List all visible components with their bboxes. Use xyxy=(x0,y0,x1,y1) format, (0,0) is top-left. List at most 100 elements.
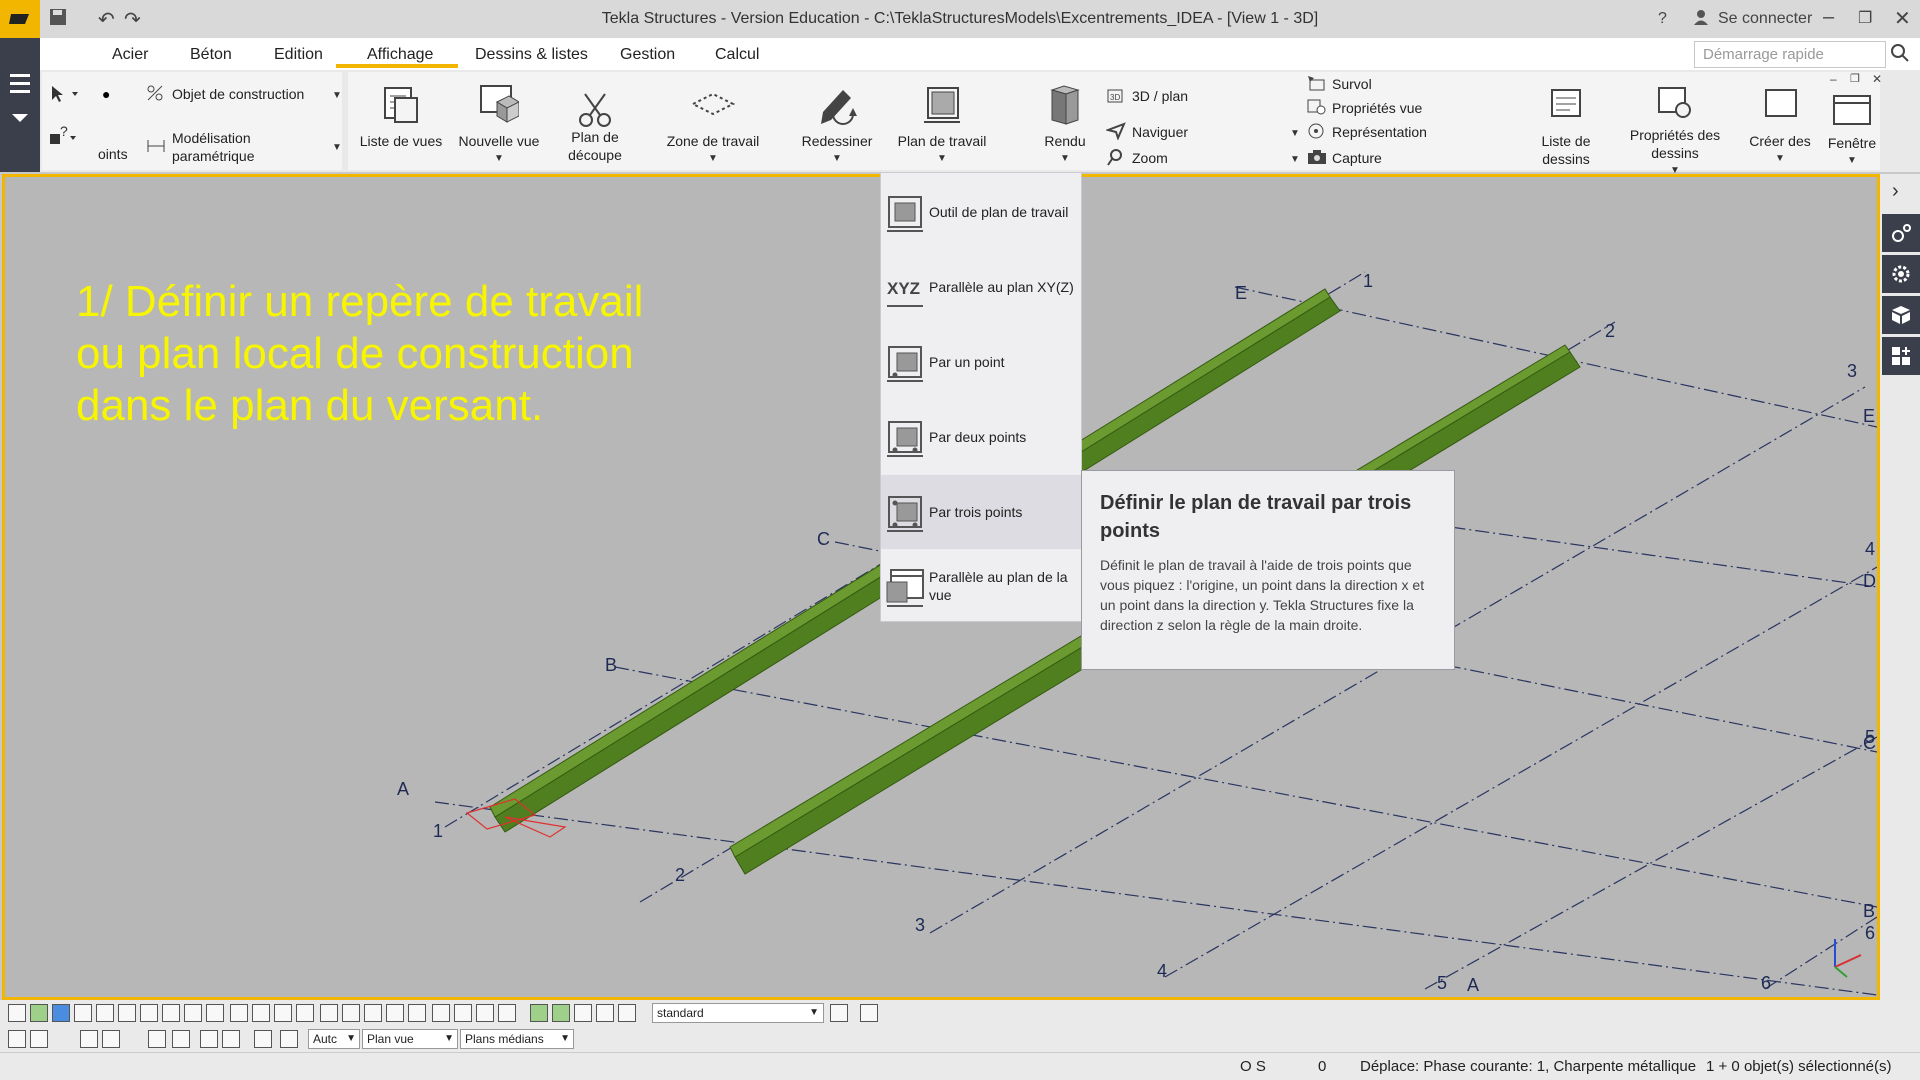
menu-item-parallel-xy[interactable]: XYZ Parallèle au plan XY(Z) xyxy=(881,250,1081,324)
drawing-list-button[interactable]: Liste de dessins xyxy=(1516,84,1616,168)
drawing-properties-button[interactable]: Propriétés des dessins ▼ xyxy=(1620,84,1730,180)
help-button[interactable]: ? xyxy=(1658,10,1667,28)
login-link[interactable]: Se connecter xyxy=(1718,10,1812,28)
selection-mode-icon[interactable] xyxy=(860,1004,878,1022)
property-pane-icon[interactable] xyxy=(1882,214,1920,252)
snap-any-icon[interactable] xyxy=(296,1004,314,1022)
snap-edges-icon[interactable] xyxy=(574,1004,592,1022)
new-view-button[interactable]: Nouvelle vue ▼ xyxy=(454,84,544,168)
selection-filter-select[interactable]: standard ▼ xyxy=(652,1003,824,1023)
minimize-button[interactable]: – xyxy=(1823,6,1834,29)
toggle-icon[interactable] xyxy=(30,1030,48,1048)
tab-edition[interactable]: Edition xyxy=(274,46,323,64)
snap-intersection-icon[interactable] xyxy=(408,1004,426,1022)
left-panel-toggle[interactable] xyxy=(0,38,40,172)
snap-line-icon[interactable] xyxy=(320,1004,338,1022)
chevron-down-icon[interactable]: ▼ xyxy=(1290,128,1300,139)
snap-grid-icon[interactable] xyxy=(530,1004,548,1022)
gear-icon[interactable] xyxy=(1882,255,1920,293)
menu-item-two-points[interactable]: Par deux points xyxy=(881,400,1081,474)
close-button[interactable]: ✕ xyxy=(1894,6,1911,31)
snap-ref-lines-icon[interactable] xyxy=(552,1004,570,1022)
construction-object-button[interactable]: Objet de construction xyxy=(172,86,304,102)
select-cuts-icon[interactable] xyxy=(162,1004,180,1022)
view-close-button[interactable]: ✕ xyxy=(1872,72,1882,86)
create-drawings-button[interactable]: Créer des ▼ xyxy=(1740,84,1820,168)
3d-plan-button[interactable]: 3D / plan xyxy=(1132,88,1188,104)
snap-mid-icon[interactable] xyxy=(364,1004,382,1022)
parametric-modeling-line1[interactable]: Modélisation xyxy=(172,130,251,146)
select-welds-icon[interactable] xyxy=(140,1004,158,1022)
tab-dessins-listes[interactable]: Dessins & listes xyxy=(475,46,588,64)
work-area-button[interactable]: Zone de travail ▼ xyxy=(660,84,766,168)
toggle-icon[interactable] xyxy=(222,1030,240,1048)
window-button[interactable]: Fenêtre ▼ xyxy=(1824,94,1880,170)
snap-reference-icon[interactable] xyxy=(230,1004,248,1022)
select-arrow-icon[interactable] xyxy=(50,84,80,109)
query-icon[interactable]: ? xyxy=(48,123,78,153)
parametric-modeling-line2[interactable]: paramétrique xyxy=(172,148,255,164)
zoom-button[interactable]: Zoom xyxy=(1132,150,1168,166)
snap-center-icon[interactable] xyxy=(386,1004,404,1022)
render-button[interactable]: Rendu ▼ xyxy=(1030,84,1100,168)
tab-acier[interactable]: Acier xyxy=(112,46,148,64)
redraw-button[interactable]: Redessiner ▼ xyxy=(792,84,882,168)
snap-geometry-icon[interactable] xyxy=(252,1004,270,1022)
catalog-cube-icon[interactable] xyxy=(1882,296,1920,334)
planes-mode-select[interactable]: Plans médians ▼ xyxy=(460,1029,574,1049)
search-icon[interactable] xyxy=(1890,43,1910,68)
tab-affichage[interactable]: Affichage xyxy=(367,46,433,64)
view-minimize-button[interactable]: – xyxy=(1830,72,1837,86)
snap-extension-icon[interactable] xyxy=(454,1004,472,1022)
chevron-down-icon[interactable]: ▼ xyxy=(332,90,342,101)
filter-settings-icon[interactable] xyxy=(830,1004,848,1022)
toggle-icon[interactable] xyxy=(280,1030,298,1048)
plane-select[interactable]: Plan vue ▼ xyxy=(362,1029,458,1049)
toggle-icon[interactable] xyxy=(8,1030,26,1048)
tab-calcul[interactable]: Calcul xyxy=(715,46,759,64)
toggle-icon[interactable] xyxy=(80,1030,98,1048)
hover-button[interactable]: Survol xyxy=(1332,76,1372,92)
work-plane-button[interactable]: Plan de travail ▼ xyxy=(880,84,1004,168)
menu-item-one-point[interactable]: Par un point xyxy=(881,325,1081,399)
toggle-icon[interactable] xyxy=(254,1030,272,1048)
clip-plane-button[interactable]: Plan de découpe xyxy=(560,92,630,164)
view-list-button[interactable]: Liste de vues xyxy=(358,84,444,150)
select-views-icon[interactable] xyxy=(184,1004,202,1022)
menu-item-work-plane-tool[interactable]: Outil de plan de travail xyxy=(881,175,1081,249)
select-bolts-icon[interactable] xyxy=(206,1004,224,1022)
select-grid-lines-icon[interactable] xyxy=(118,1004,136,1022)
toggle-icon[interactable] xyxy=(172,1030,190,1048)
capture-button[interactable]: Capture xyxy=(1332,150,1382,166)
snap-free-icon[interactable] xyxy=(476,1004,494,1022)
select-surface-icon[interactable] xyxy=(52,1004,70,1022)
tab-beton[interactable]: Béton xyxy=(190,46,232,64)
view-restore-button[interactable]: ❐ xyxy=(1850,72,1860,85)
select-grids-icon[interactable] xyxy=(96,1004,114,1022)
tab-gestion[interactable]: Gestion xyxy=(620,46,675,64)
select-all-icon[interactable] xyxy=(8,1004,26,1022)
snap-nearest-icon[interactable] xyxy=(274,1004,292,1022)
toggle-icon[interactable] xyxy=(200,1030,218,1048)
view-properties-button[interactable]: Propriétés vue xyxy=(1332,100,1422,116)
select-points-icon[interactable] xyxy=(74,1004,92,1022)
applications-icon[interactable] xyxy=(1882,337,1920,375)
maximize-button[interactable]: ❐ xyxy=(1858,8,1872,28)
chevron-down-icon[interactable]: ▼ xyxy=(332,142,342,153)
select-parts-icon[interactable] xyxy=(30,1004,48,1022)
chevron-down-icon[interactable]: ▼ xyxy=(1290,154,1300,165)
representation-button[interactable]: Représentation xyxy=(1332,124,1427,140)
menu-item-three-points[interactable]: Par trois points xyxy=(881,475,1081,549)
snap-plane-icon[interactable] xyxy=(342,1004,360,1022)
point-icon[interactable]: ● xyxy=(102,86,110,102)
toggle-icon[interactable] xyxy=(148,1030,166,1048)
snap-perpendicular-icon[interactable] xyxy=(432,1004,450,1022)
chevron-right-icon[interactable]: › xyxy=(1892,180,1899,203)
navigate-button[interactable]: Naviguer xyxy=(1132,124,1188,140)
snap-arc-icon[interactable] xyxy=(498,1004,516,1022)
depth-select[interactable]: Autc ▼ xyxy=(308,1029,360,1049)
toggle-icon[interactable] xyxy=(102,1030,120,1048)
snap-zoom-icon[interactable] xyxy=(618,1004,636,1022)
quick-launch-input[interactable]: Démarrage rapide xyxy=(1694,41,1886,68)
menu-item-parallel-view[interactable]: Parallèle au plan de la vue xyxy=(881,550,1081,624)
